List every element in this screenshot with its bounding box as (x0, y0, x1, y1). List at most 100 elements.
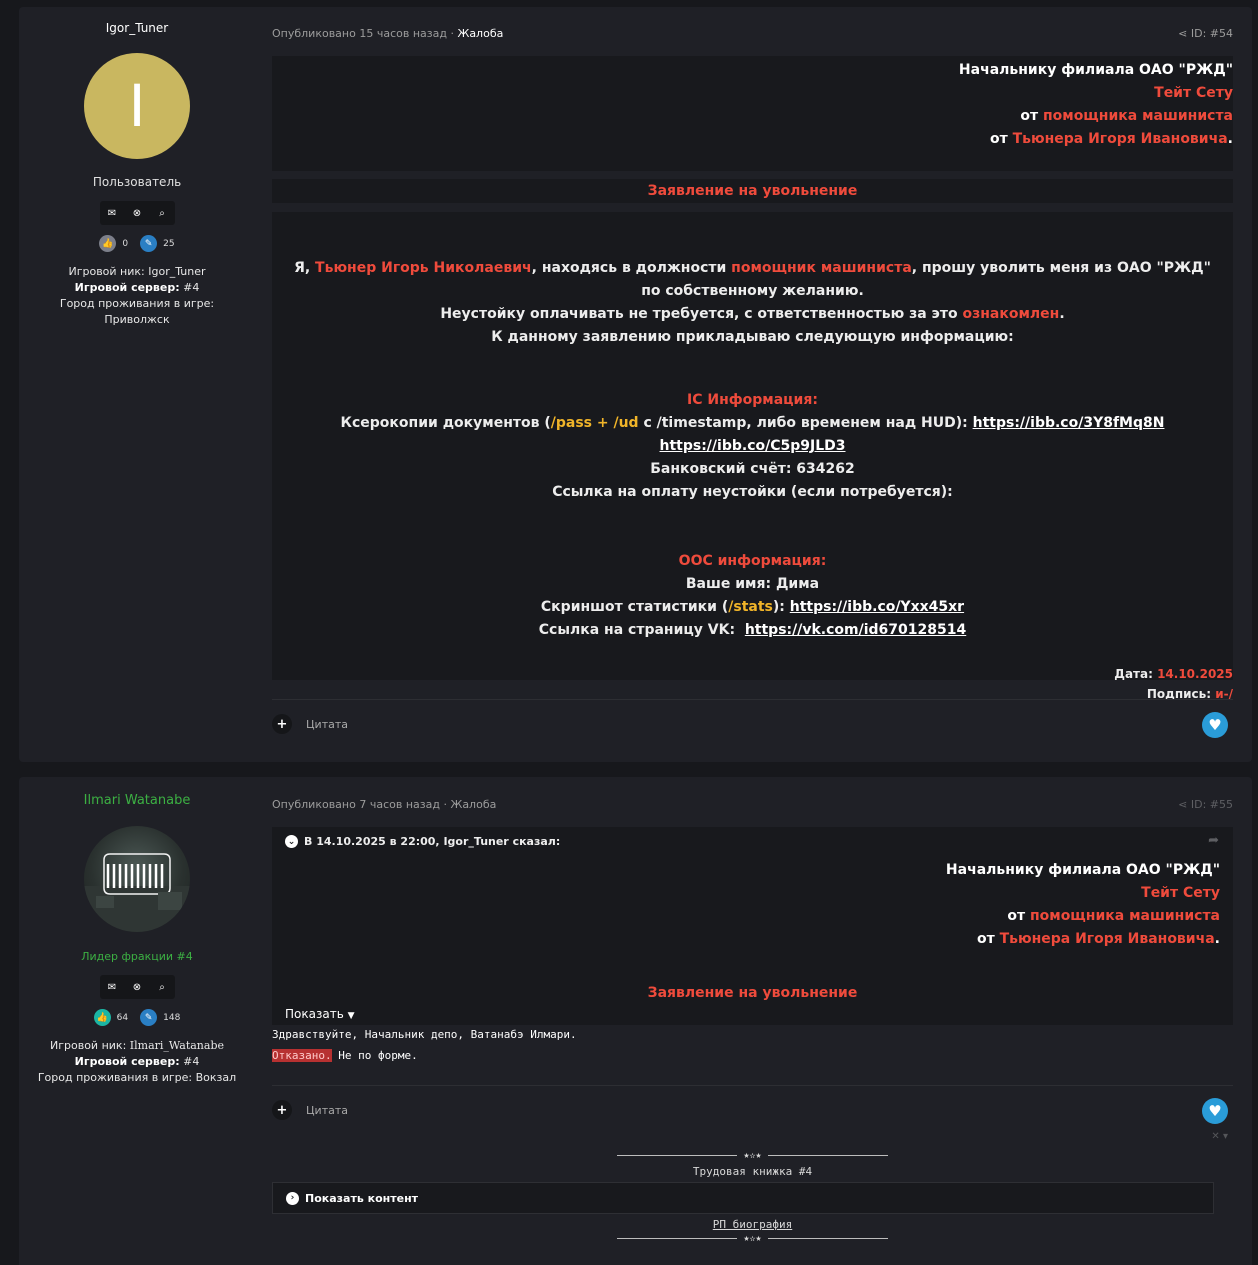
quote-line-1: Начальнику филиала ОАО "РЖД" (945, 862, 1220, 878)
city-label: Город проживания в игре: (59, 297, 215, 310)
reaction-menu-icon[interactable]: ✕ ▾ (1211, 1131, 1228, 1142)
heart-icon[interactable]: ♥ (1202, 1098, 1228, 1124)
vk-link[interactable]: https://vk.com/id670128514 (745, 622, 966, 638)
ornament: ★✫★ (743, 1150, 762, 1161)
author-actions: ✉ ⊗ ⌕ (99, 975, 175, 999)
text: с /timestamp, либо временем над HUD): (638, 415, 968, 431)
header-line-1: Начальнику филиала ОАО "РЖД" (958, 62, 1233, 78)
ignore-icon[interactable]: ⊗ (125, 975, 150, 999)
quote-button[interactable]: + Цитата (272, 1100, 348, 1120)
header-prefix: от (1020, 108, 1039, 124)
quote-header-block: Начальнику филиала ОАО "РЖД" Тейт Сету о… (946, 859, 1220, 951)
quote-prefix: от (1007, 908, 1026, 924)
header-prefix: от (989, 131, 1008, 147)
documents-link-2[interactable]: https://ibb.co/C5p9JLD3 (660, 438, 846, 454)
applicant-name: Тьюнер Игорь Николаевич (315, 260, 532, 276)
author-panel: Igor_Tuner I Пользователь ✉ ⊗ ⌕ 👍 0 ✎ 25… (19, 7, 255, 328)
divider (272, 699, 1233, 700)
ooc-name: Ваше имя: Дима (685, 576, 820, 592)
post-category[interactable]: Жалоба (450, 798, 496, 811)
meta-separator: · (443, 798, 447, 811)
author-stats: 👍 64 ✎ 148 (19, 1009, 255, 1026)
spoiler-label: Показать контент (305, 1191, 419, 1205)
denied-badge: Отказано. (272, 1049, 332, 1062)
quote-title: Заявление на увольнение (647, 985, 858, 1001)
nick-value: Igor_Tuner (148, 265, 206, 278)
header-suffix: . (1227, 131, 1233, 147)
ic-title: IC Информация: (687, 392, 818, 408)
messages-count: 25 (163, 238, 175, 249)
quote-button[interactable]: + Цитата (272, 714, 348, 734)
applicant-position: помощник машиниста (731, 260, 912, 276)
plus-icon[interactable]: + (272, 1100, 292, 1120)
post-category[interactable]: Жалоба (457, 27, 503, 40)
author-actions: ✉ ⊗ ⌕ (99, 201, 175, 225)
post-id[interactable]: ⋖ ID: #54 (1178, 27, 1233, 40)
author-name[interactable]: Ilmari Watanabe (19, 793, 255, 808)
chevron-down-icon[interactable]: ⌄ (285, 835, 298, 848)
reply-arrow-icon[interactable]: ➦ (1208, 833, 1219, 848)
author-name[interactable]: Igor_Tuner (19, 21, 255, 35)
published-time[interactable]: Опубликовано 7 часов назад (272, 798, 440, 811)
quote-line-4: Тьюнера Игоря Ивановича (999, 931, 1215, 947)
text: ): (772, 599, 785, 615)
share-icon[interactable]: ⋖ (1178, 798, 1187, 811)
heart-icon[interactable]: ♥ (1202, 712, 1228, 738)
divider (272, 1085, 1233, 1086)
quote-header[interactable]: ⌄ В 14.10.2025 в 22:00, Igor_Tuner сказа… (285, 835, 560, 848)
nick-label: Игровой ник: (68, 265, 145, 278)
spoiler-toggle[interactable]: › Показать контент (272, 1182, 1214, 1214)
message-icon: ✎ (140, 235, 158, 252)
plus-icon[interactable]: + (272, 714, 292, 734)
reply-reason: Не по форме. (331, 1049, 418, 1062)
nick-label: Игровой ник: (50, 1039, 127, 1052)
chevron-right-icon[interactable]: › (286, 1191, 299, 1205)
signature-title: Трудовая книжка #4 (692, 1165, 813, 1178)
city-value: Приволжск (104, 313, 170, 326)
message-icon: ✎ (140, 1009, 158, 1026)
author-panel: Ilmari Watanabe Лидер фракции #4 ✉ ⊗ ⌕ 👍… (19, 777, 255, 1086)
command-text: /stats (728, 599, 773, 615)
date-value: 14.10.2025 (1157, 667, 1233, 681)
ornament: ★✫★ (743, 1233, 762, 1244)
server-value: #4 (183, 1055, 200, 1068)
bank-account: Банковский счёт: 634262 (650, 461, 855, 477)
city-label: Город проживания в игре: (37, 1071, 193, 1084)
stats-link[interactable]: https://ibb.co/Yxx45xr (790, 599, 964, 615)
text: Неустойку оплачивать не требуется, с отв… (440, 306, 958, 322)
show-more-button[interactable]: Показать ▼ (285, 1007, 355, 1021)
post-meta: Опубликовано 15 часов назад · Жалоба (272, 27, 503, 40)
quote-label[interactable]: Цитата (306, 1104, 348, 1117)
acknowledged-text: ознакомлен (962, 306, 1060, 322)
quote-label[interactable]: Цитата (306, 718, 348, 731)
statement-title: Заявление на увольнение (272, 179, 1233, 203)
documents-link-1[interactable]: https://ibb.co/3Y8fMq8N (973, 415, 1165, 431)
reply-greeting: Здравствуйте, Начальник депо, Ватанабэ И… (272, 1028, 577, 1041)
show-more-label: Показать (285, 1007, 344, 1021)
header-line-3: помощника машиниста (1042, 108, 1233, 124)
ignore-icon[interactable]: ⊗ (125, 201, 150, 225)
mail-icon[interactable]: ✉ (100, 201, 125, 225)
search-icon[interactable]: ⌕ (150, 201, 175, 225)
published-time[interactable]: Опубликовано 15 часов назад (272, 27, 447, 40)
avatar[interactable] (84, 826, 190, 932)
avatar-logo-icon (84, 853, 190, 932)
avatar[interactable]: I (84, 53, 190, 159)
mail-icon[interactable]: ✉ (100, 975, 125, 999)
text: . (1059, 306, 1065, 322)
quote-block: ⌄ В 14.10.2025 в 22:00, Igor_Tuner сказа… (272, 827, 1233, 1025)
share-icon[interactable]: ⋖ (1178, 27, 1187, 40)
quote-line-3: помощника машиниста (1029, 908, 1220, 924)
likes-count: 0 (122, 238, 129, 249)
search-icon[interactable]: ⌕ (150, 975, 175, 999)
author-stats: 👍 0 ✎ 25 (19, 235, 255, 252)
thumbs-up-icon: 👍 (99, 235, 117, 252)
post-id[interactable]: ⋖ ID: #55 (1178, 798, 1233, 811)
meta-separator: · (450, 27, 454, 40)
bio-link[interactable]: РП биография (713, 1218, 792, 1231)
signature-block: Дата: 14.10.2025 Подпись: и-/ (272, 664, 1233, 704)
text: , находясь в должности (531, 260, 727, 276)
server-label: Игровой сервер: (74, 281, 180, 294)
author-info: Игровой ник: Igor_Tuner Игровой сервер: … (19, 264, 255, 328)
text: Ссылка на страницу VK: (538, 622, 736, 638)
